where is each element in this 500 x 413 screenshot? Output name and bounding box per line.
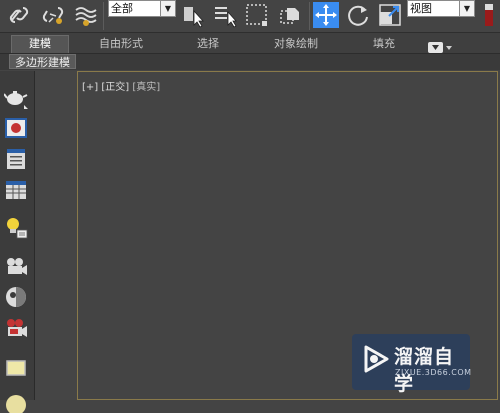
viewport-view-name[interactable]: [正交] — [101, 82, 129, 93]
main-toolbar: 全部 ▼ 视图 ▼ — [0, 0, 500, 33]
ribbon-tab-bar: 建模 自由形式 选择 对象绘制 填充 — [0, 33, 500, 54]
select-object-icon[interactable] — [180, 2, 206, 28]
select-and-rotate-icon[interactable] — [345, 2, 371, 28]
window-crossing-icon[interactable] — [277, 2, 303, 28]
selection-filter-value: 全部 — [111, 2, 133, 15]
polygon-modeling-panel[interactable]: 多边形建模 — [9, 54, 76, 69]
viewport-label: [+] [正交] [真实] — [82, 78, 160, 93]
reference-coordinate-value: 视图 — [410, 2, 432, 15]
play-logo-icon — [360, 343, 392, 375]
material-editor-icon[interactable] — [4, 116, 28, 140]
teapot-create-icon[interactable] — [4, 85, 28, 109]
command-panel-strip — [0, 71, 35, 413]
tab-freeform[interactable]: 自由形式 — [86, 36, 156, 52]
ribbon-options-icon[interactable] — [428, 38, 454, 53]
render-frame-icon[interactable] — [4, 285, 28, 309]
tab-object-paint[interactable]: 对象绘制 — [258, 36, 334, 52]
selection-filter-dropdown[interactable]: 全部 ▼ — [108, 0, 176, 17]
render-setup-icon[interactable] — [4, 147, 28, 171]
left-panel-gap — [35, 71, 77, 400]
ribbon-panel-bar: 多边形建模 — [0, 54, 500, 70]
reference-coordinate-dropdown[interactable]: 视图 ▼ — [407, 0, 475, 17]
link-icon[interactable] — [6, 2, 32, 28]
viewport-panel-icon[interactable] — [4, 356, 28, 380]
chevron-down-icon: ▼ — [160, 1, 175, 16]
select-and-scale-icon[interactable] — [377, 2, 403, 28]
watermark-url: ZIXUE.3D66.COM — [395, 368, 472, 377]
environment-icon[interactable] — [4, 389, 28, 413]
pivot-center-icon[interactable] — [482, 2, 498, 28]
watermark-badge: 溜溜自学 ZIXUE.3D66.COM — [352, 334, 472, 395]
viewport-shading-mode[interactable]: [真实] — [132, 82, 160, 93]
chevron-down-icon: ▼ — [459, 1, 474, 16]
rectangular-selection-icon[interactable] — [244, 2, 270, 28]
select-and-move-icon[interactable] — [313, 2, 339, 28]
tab-modeling[interactable]: 建模 — [11, 35, 69, 53]
unlink-icon[interactable] — [40, 2, 66, 28]
viewport-menu-button[interactable]: [+] — [82, 82, 98, 93]
tab-selection[interactable]: 选择 — [180, 36, 236, 52]
camera-icon[interactable] — [4, 254, 28, 278]
select-by-name-icon[interactable] — [212, 2, 238, 28]
bind-space-warp-icon[interactable] — [72, 2, 98, 28]
spreadsheet-icon[interactable] — [4, 178, 28, 202]
light-bulb-icon[interactable] — [4, 216, 28, 240]
tab-populate[interactable]: 填充 — [358, 36, 410, 52]
render-camera-icon[interactable] — [4, 316, 28, 340]
